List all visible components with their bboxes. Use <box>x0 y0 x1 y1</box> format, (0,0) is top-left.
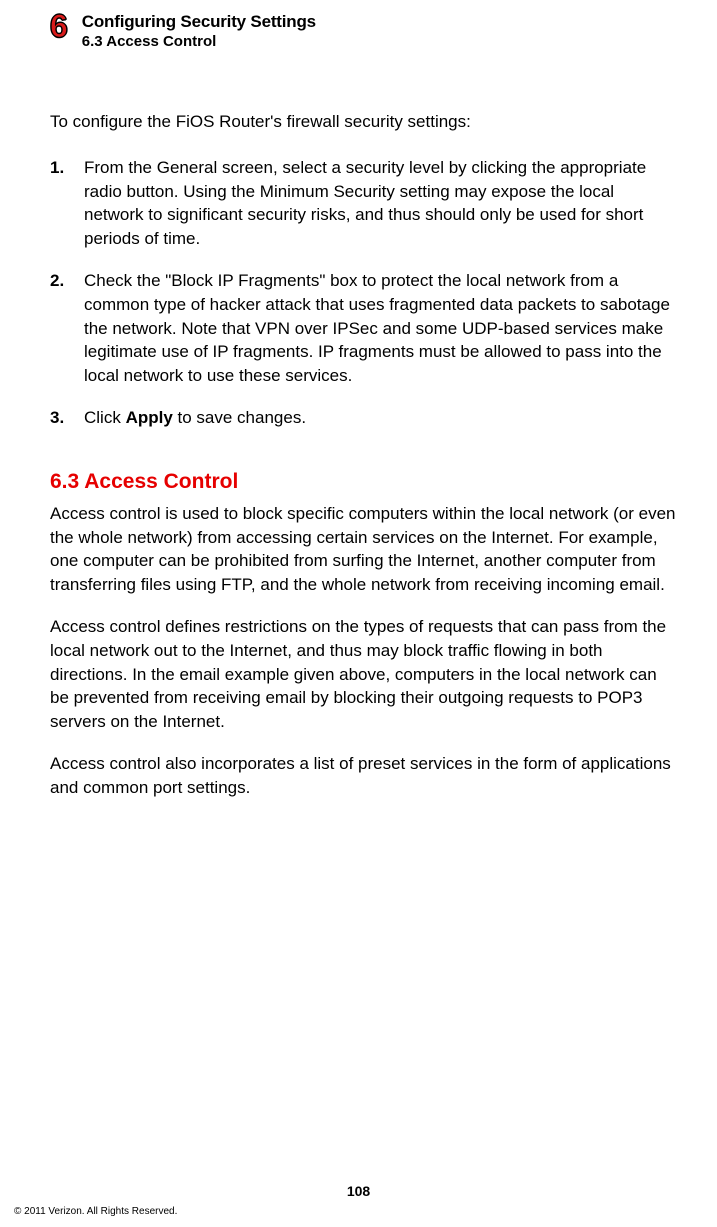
page-header: 6 Configuring Security Settings 6.3 Acce… <box>50 10 677 50</box>
step-text: From the General screen, select a securi… <box>84 158 646 248</box>
step-2: 2. Check the "Block IP Fragments" box to… <box>80 269 677 388</box>
header-subsection: 6.3 Access Control <box>82 33 316 50</box>
copyright-notice: © 2011 Verizon. All Rights Reserved. <box>14 1206 177 1217</box>
step-text-suffix: to save changes. <box>173 408 306 427</box>
header-titles: Configuring Security Settings 6.3 Access… <box>82 10 316 50</box>
section-paragraph-1: Access control is used to block specific… <box>50 502 677 597</box>
section-paragraph-2: Access control defines restrictions on t… <box>50 615 677 734</box>
step-number: 1. <box>50 156 64 180</box>
section-paragraph-3: Access control also incorporates a list … <box>50 752 677 800</box>
step-text: Check the "Block IP Fragments" box to pr… <box>84 271 670 385</box>
page-number: 108 <box>0 1183 717 1199</box>
step-number: 3. <box>50 406 64 430</box>
section-heading: 6.3 Access Control <box>50 470 677 494</box>
steps-list: 1. From the General screen, select a sec… <box>50 156 677 430</box>
step-3: 3. Click Apply to save changes. <box>80 406 677 430</box>
step-text-prefix: Click <box>84 408 126 427</box>
chapter-title: Configuring Security Settings <box>82 12 316 32</box>
chapter-number: 6 <box>50 10 68 42</box>
intro-text: To configure the FiOS Router's firewall … <box>50 110 677 134</box>
step-1: 1. From the General screen, select a sec… <box>80 156 677 251</box>
step-number: 2. <box>50 269 64 293</box>
apply-keyword: Apply <box>126 408 173 427</box>
